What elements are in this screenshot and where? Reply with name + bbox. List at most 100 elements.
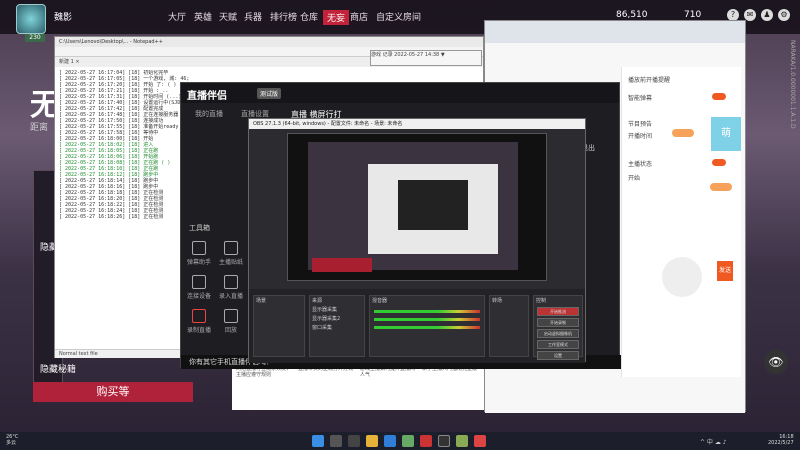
weather-widget[interactable]: 26°C 多云 xyxy=(6,434,18,446)
tool-label: 弹幕助手 xyxy=(186,259,211,266)
stream-app-icon[interactable] xyxy=(474,435,486,447)
sticker-icon xyxy=(224,241,238,255)
tab-my-live[interactable]: 我的直播 xyxy=(195,109,223,119)
store-icon[interactable] xyxy=(402,435,414,447)
start-streaming-button[interactable]: 开始推流 xyxy=(537,307,579,316)
dock-title: 转场 xyxy=(492,298,503,304)
mixer-dock[interactable]: 混音器 xyxy=(369,295,485,357)
dock-title: 混音器 xyxy=(372,298,388,304)
sources-dock[interactable]: 来源 显示器采集 显示器采集2 窗口采集 xyxy=(309,295,365,357)
stream-header xyxy=(181,83,619,103)
transitions-dock[interactable]: 转场 xyxy=(489,295,529,357)
nav-lobby[interactable]: 大厅 xyxy=(168,10,186,23)
taskbar: 26°C 多云 ^ 中 ☁ ♪ 16:18 2022/5/27 xyxy=(0,432,800,450)
tool-record[interactable]: 录制直播 xyxy=(181,309,217,339)
tool-sticker[interactable]: 主播贴纸 xyxy=(213,241,249,271)
edge-icon[interactable] xyxy=(384,435,396,447)
notepad-text-area[interactable]: [ 2022-05-27 16:17:04] [18] 初始化完毕[ 2022-… xyxy=(59,70,189,350)
task-view-icon[interactable] xyxy=(348,435,360,447)
hide-secrets-button[interactable]: 隐藏秘籍 xyxy=(40,362,76,375)
dock-title: 来源 xyxy=(312,298,323,304)
article-card[interactable]: 网络直播行业乱象频发，主播应遵守规则 xyxy=(236,366,294,406)
virtual-camera-button[interactable]: 启动虚拟摄像机 xyxy=(537,329,579,338)
clock[interactable]: 16:18 2022/5/27 xyxy=(768,434,794,446)
settings-panel: 播放前开播提醒 智能弹幕 节目预告 开播时间 主播状态 开始 xyxy=(621,67,741,377)
setting-row-label: 智能弹幕 xyxy=(628,95,653,102)
gold-currency: 86,510 xyxy=(616,10,648,20)
studio-mode-button[interactable]: 工作室模式 xyxy=(537,340,579,349)
setting-row-label: 开始 xyxy=(628,175,641,182)
status-toggle[interactable] xyxy=(712,159,726,166)
replay-icon xyxy=(224,309,238,323)
system-tray[interactable]: ^ 中 ☁ ♪ xyxy=(700,437,727,446)
audio-meter[interactable] xyxy=(374,318,480,321)
tool-danmaku[interactable]: 弹幕助手 xyxy=(181,241,217,271)
nav-warehouse[interactable]: 仓库 xyxy=(300,10,318,23)
article-card[interactable]: 游戏主播如何提升直播间人气 xyxy=(360,366,418,406)
tool-label: 连接设备 xyxy=(186,293,211,300)
eye-icon[interactable]: 👁 xyxy=(764,350,788,374)
settings-button[interactable]: 设置 xyxy=(537,351,579,360)
nav-weapons[interactable]: 兵器 xyxy=(244,10,262,23)
send-button[interactable]: 发送 xyxy=(717,261,733,281)
toolbox-title: 工具箱 xyxy=(189,224,210,232)
obs-app-icon[interactable] xyxy=(438,435,450,447)
player-name: 魏影 xyxy=(54,13,73,23)
file-explorer-icon[interactable] xyxy=(366,435,378,447)
nav-shop[interactable]: 商店 xyxy=(350,10,368,23)
dock-title: 场景 xyxy=(256,298,267,304)
dock-title: 控制 xyxy=(536,298,547,304)
tool-label: 主播贴纸 xyxy=(218,259,243,266)
nav-talent[interactable]: 天赋 xyxy=(219,10,237,23)
nav-ranking[interactable]: 排行榜 xyxy=(270,10,297,23)
obs-docks: 场景 来源 显示器采集 显示器采集2 窗口采集 混音器 转场 控制 开始推流 开… xyxy=(249,289,585,363)
article-card[interactable]: 直播带货的正确打开方式 xyxy=(298,366,356,406)
settings-icon[interactable]: ⚙ xyxy=(778,9,790,21)
article-card[interactable]: 新手主播入门指南完整版 xyxy=(422,366,480,406)
preview-nested-obs xyxy=(398,180,468,230)
time-chip[interactable] xyxy=(672,129,694,137)
source-item[interactable]: 显示器采集2 xyxy=(310,314,364,323)
start-recording-button[interactable]: 开始录制 xyxy=(537,318,579,327)
start-icon[interactable] xyxy=(312,435,324,447)
tool-label: 回放 xyxy=(224,327,237,334)
stream-logo: 直播伴侣 xyxy=(187,91,227,102)
start-chip[interactable] xyxy=(710,183,732,191)
source-item[interactable]: 显示器采集 xyxy=(310,305,364,314)
tool-label: 录入直播 xyxy=(218,293,243,300)
setting-row-label: 主播状态 xyxy=(628,161,653,168)
danmaku-icon xyxy=(192,241,206,255)
device-icon xyxy=(192,275,206,289)
tool-import[interactable]: 录入直播 xyxy=(213,275,249,305)
notepad-app-icon[interactable] xyxy=(456,435,468,447)
player-level-badge: 230 xyxy=(25,34,45,42)
browser-tab-bar[interactable] xyxy=(485,21,745,43)
silver-currency: 710 xyxy=(684,10,702,20)
obs-window[interactable]: OBS 27.1.3 (64-bit, windows) - 配置文件: 未命名… xyxy=(248,118,586,363)
source-item[interactable]: 窗口采集 xyxy=(310,323,364,332)
log-line: [ 2022-05-27 16:18:26] [18] 正在检测 xyxy=(59,214,164,220)
small-title-window[interactable]: 游戏 记录 2022-05-27 14:38 ▼ xyxy=(370,50,482,66)
audio-meter[interactable] xyxy=(374,310,480,313)
preview-nested-capture xyxy=(308,142,518,272)
nav-heroes[interactable]: 英雄 xyxy=(194,10,212,23)
obs-preview[interactable] xyxy=(287,133,547,281)
game-app-icon[interactable] xyxy=(420,435,432,447)
preview-red-button xyxy=(312,258,372,272)
audio-meter[interactable] xyxy=(374,326,480,329)
nav-custom-room[interactable]: 自定义房间 xyxy=(376,10,421,23)
mascot-badge: 萌 xyxy=(711,117,741,151)
smart-danmaku-toggle[interactable] xyxy=(712,93,726,100)
nav-wuwang[interactable]: 无妄 xyxy=(323,10,350,25)
controls-dock[interactable]: 控制 开始推流 开始录制 启动虚拟摄像机 工作室模式 设置 xyxy=(533,295,583,360)
tool-device[interactable]: 连接设备 xyxy=(181,275,217,305)
player-avatar[interactable] xyxy=(16,4,46,34)
scenes-dock[interactable]: 场景 xyxy=(253,295,305,357)
tool-replay[interactable]: 回放 xyxy=(213,309,249,339)
buy-button[interactable]: 购买等 xyxy=(33,382,193,402)
tool-label: 录制直播 xyxy=(186,327,211,334)
preview-nested-window xyxy=(368,164,498,254)
setting-row-label: 播放前开播提醒 xyxy=(628,77,671,84)
search-icon[interactable] xyxy=(330,435,342,447)
friends-icon[interactable]: ♟ xyxy=(761,9,773,21)
